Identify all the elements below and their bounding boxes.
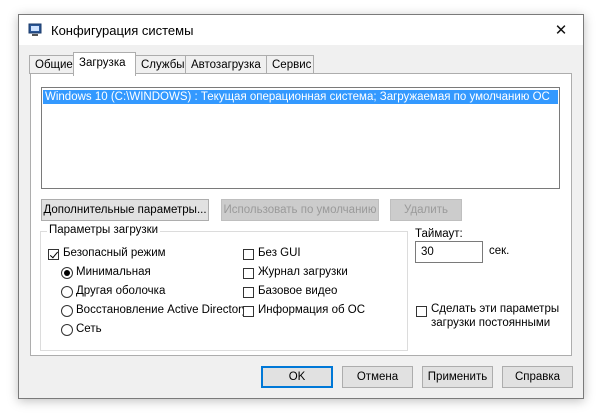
no-gui-checkbox[interactable] (243, 249, 254, 260)
tab-startup[interactable]: Автозагрузка (185, 55, 267, 74)
tab-label: Автозагрузка (191, 59, 261, 71)
boot-log-checkbox[interactable] (243, 268, 254, 279)
ok-button[interactable]: OK (261, 366, 333, 388)
radio-ad-repair[interactable] (61, 305, 73, 317)
safe-boot-checkbox[interactable] (48, 249, 59, 260)
radio-alternate-shell-label: Другая оболочка (76, 285, 166, 297)
tab-boot[interactable]: Загрузка (73, 52, 136, 76)
title-bar: Конфигурация системы ✕ (19, 15, 583, 45)
close-button[interactable]: ✕ (539, 15, 583, 45)
make-permanent-label-line2: загрузки постоянными (431, 317, 551, 329)
os-info-label: Информация об ОС (258, 304, 366, 316)
timeout-label: Таймаут: (415, 228, 463, 240)
list-item[interactable]: Windows 10 (C:\WINDOWS) : Текущая операц… (43, 90, 558, 104)
radio-alternate-shell[interactable] (61, 286, 73, 298)
boot-os-list[interactable]: Windows 10 (C:\WINDOWS) : Текущая операц… (41, 87, 560, 189)
tab-services[interactable]: Службы (135, 55, 186, 74)
boot-options-group: Параметры загрузки Безопасный режим Мини… (40, 224, 408, 351)
help-button[interactable]: Справка (502, 366, 573, 388)
tab-label: Сервис (272, 59, 312, 71)
system-configuration-window: Конфигурация системы ✕ Общие Загрузка Сл… (18, 14, 584, 399)
timeout-unit: сек. (489, 245, 510, 257)
radio-ad-repair-label: Восстановление Active Directory (76, 304, 248, 316)
cancel-button[interactable]: Отмена (342, 366, 413, 388)
boot-log-label: Журнал загрузки (258, 266, 348, 278)
radio-minimal[interactable] (61, 267, 73, 279)
boot-options-legend: Параметры загрузки (47, 224, 161, 236)
no-gui-label: Без GUI (258, 247, 301, 259)
base-video-label: Базовое видео (258, 285, 338, 297)
tab-general[interactable]: Общие (29, 55, 75, 74)
safe-boot-label: Безопасный режим (63, 247, 166, 259)
base-video-checkbox[interactable] (243, 287, 254, 298)
set-default-button[interactable]: Использовать по умолчанию (221, 199, 379, 221)
tab-label: Службы (141, 59, 185, 71)
apply-button[interactable]: Применить (422, 366, 493, 388)
make-permanent-checkbox[interactable] (416, 306, 427, 317)
tab-label: Загрузка (79, 57, 126, 69)
close-icon: ✕ (554, 22, 568, 39)
tab-label: Общие (35, 59, 73, 71)
radio-network[interactable] (61, 324, 73, 336)
delete-button[interactable]: Удалить (390, 199, 462, 221)
msconfig-icon (28, 23, 42, 36)
window-title: Конфигурация системы (51, 23, 194, 38)
radio-network-label: Сеть (76, 323, 102, 335)
os-info-checkbox[interactable] (243, 306, 254, 317)
advanced-options-button[interactable]: Дополнительные параметры... (41, 199, 209, 221)
tab-tools[interactable]: Сервис (266, 55, 314, 74)
timeout-input[interactable] (415, 241, 483, 263)
make-permanent-label-line1: Сделать эти параметры (431, 303, 560, 315)
radio-minimal-label: Минимальная (76, 266, 151, 278)
